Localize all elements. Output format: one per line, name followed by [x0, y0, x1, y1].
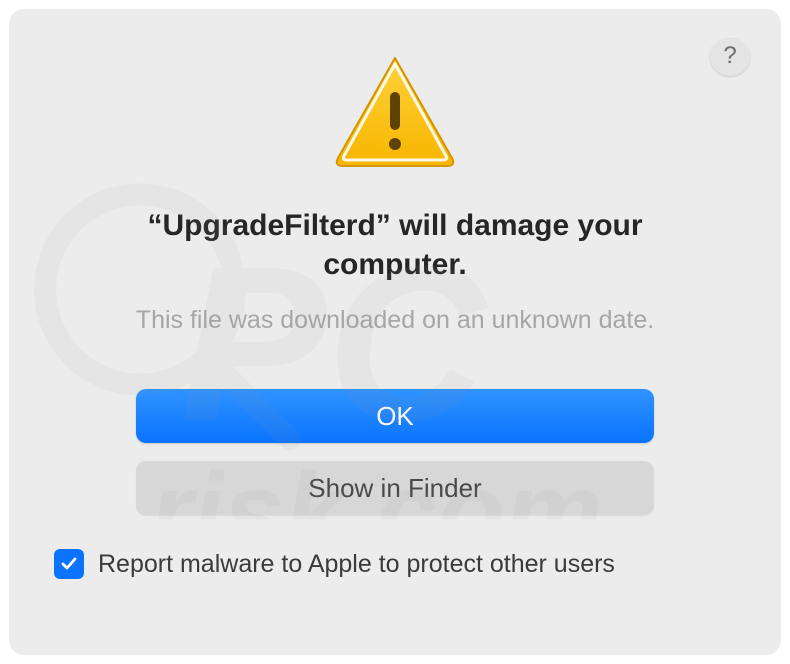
dialog-title: “UpgradeFilterd” will damage your comput…	[50, 206, 740, 284]
show-in-finder-button[interactable]: Show in Finder	[136, 461, 654, 515]
ok-button-label: OK	[376, 401, 414, 432]
report-malware-label: Report malware to Apple to protect other…	[98, 550, 615, 579]
help-icon: ?	[723, 42, 736, 70]
dialog-subtitle: This file was downloaded on an unknown d…	[50, 306, 740, 335]
report-malware-checkbox[interactable]	[54, 549, 84, 579]
button-stack: OK Show in Finder	[50, 389, 740, 515]
help-button[interactable]: ?	[710, 36, 750, 76]
alert-dialog: PC risk.com ? “UpgradeFilterd” will dama…	[10, 10, 780, 654]
warning-icon-wrap	[50, 52, 740, 172]
show-in-finder-label: Show in Finder	[308, 473, 481, 504]
checkmark-icon	[59, 554, 79, 574]
ok-button[interactable]: OK	[136, 389, 654, 443]
warning-icon	[330, 52, 460, 172]
report-malware-row: Report malware to Apple to protect other…	[50, 549, 740, 579]
